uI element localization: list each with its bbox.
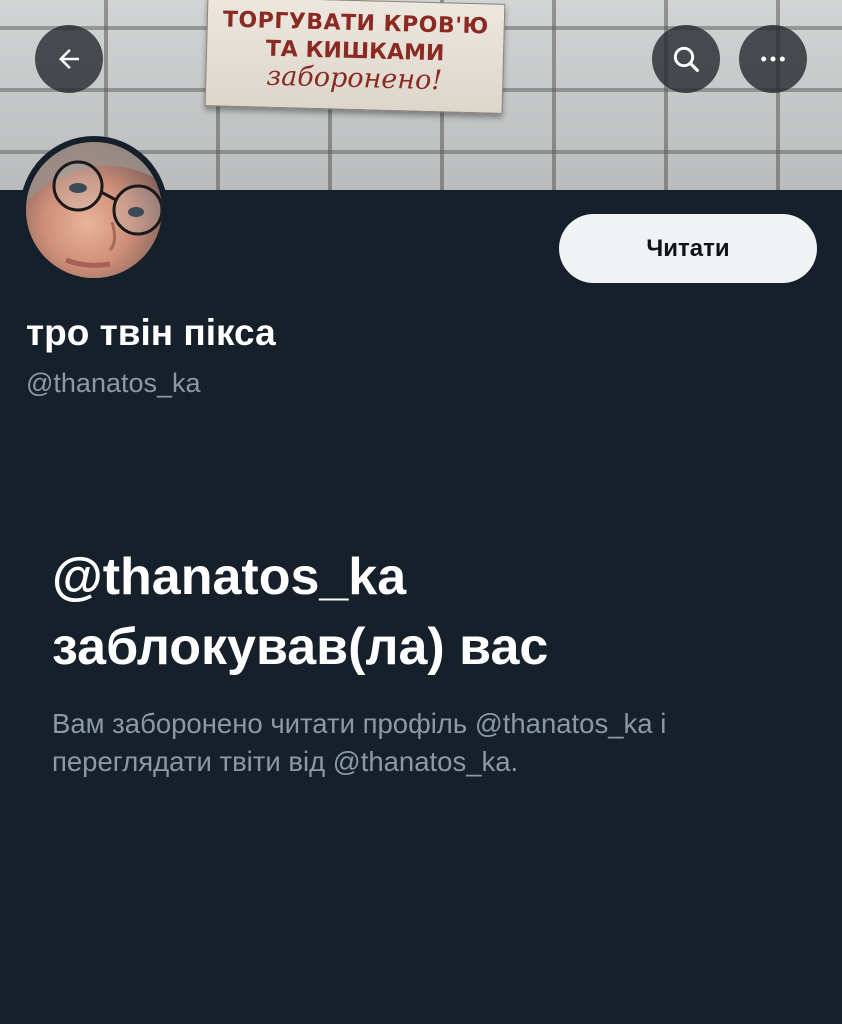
- blocked-title-handle: @thanatos_ka: [52, 548, 407, 606]
- arrow-left-icon: [59, 49, 79, 69]
- search-icon: [673, 46, 699, 72]
- more-horizontal-icon: [761, 56, 785, 62]
- follow-button[interactable]: Читати: [559, 214, 817, 283]
- back-button[interactable]: [35, 25, 103, 93]
- avatar[interactable]: [20, 136, 168, 284]
- display-name: тро твін пікса: [26, 312, 276, 353]
- more-button[interactable]: [739, 25, 807, 93]
- blocked-title: @thanatos_ka заблокував(ла) вас: [52, 542, 812, 682]
- banner-sign: ТОРГУВАТИ КРОВ'Ю ТА КИШКАМИ заборонено!: [204, 0, 506, 114]
- user-handle: @thanatos_ka: [26, 368, 201, 398]
- sign-text-line3: заборонено!: [266, 60, 443, 97]
- search-button[interactable]: [652, 25, 720, 93]
- blocked-description: Вам заборонено читати профіль @thanatos_…: [52, 708, 667, 777]
- sign-text-line1: ТОРГУВАТИ КРОВ'Ю: [222, 7, 490, 40]
- profile-page: ТОРГУВАТИ КРОВ'Ю ТА КИШКАМИ заборонено!: [0, 0, 842, 1024]
- avatar-photo: [26, 142, 162, 278]
- blocked-title-text: заблокував(ла) вас: [52, 618, 549, 676]
- avatar-image: [26, 142, 162, 278]
